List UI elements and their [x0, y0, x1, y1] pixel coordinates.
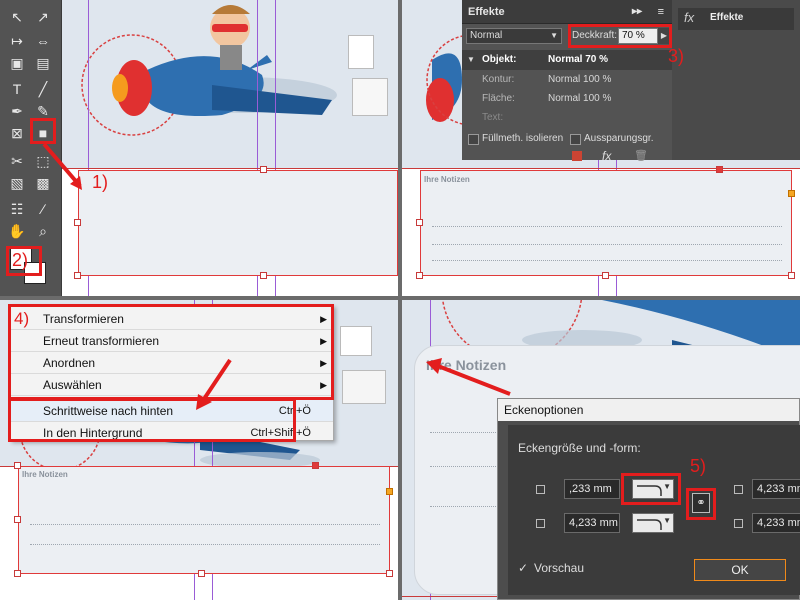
fx-icon[interactable]: fx [602, 149, 611, 163]
zoom-tool-icon[interactable]: ⌕ [32, 220, 54, 242]
effect-row-text[interactable]: Text: [462, 108, 672, 128]
check-icon[interactable]: ✓ [518, 561, 528, 575]
quadrant-divider [0, 296, 800, 300]
corner-size-bottom-right[interactable]: 4,233 mm [752, 513, 800, 533]
selection-handle[interactable] [386, 488, 393, 495]
direct-selection-icon[interactable]: ↗ [32, 6, 54, 28]
selection-handle[interactable] [386, 570, 393, 577]
annotation-arrow [426, 358, 511, 396]
highlight-link-button [686, 488, 716, 520]
quadrant-tools: ↖ ↗ ↦ ⇔ ▣ ▤ T ╱ ✒ ✎ ⊠ ■ ✂ ⬚ ▧ ▩ ☷ ∕ ✋ ⌕ … [0, 0, 398, 296]
type-tool-icon[interactable]: T [6, 78, 28, 100]
selection-frame[interactable] [78, 170, 398, 276]
guide-line [402, 168, 800, 169]
effects-panel: Effekte ▸▸ ≡ Normal ▼ Deckkraft: 70 % ▶ … [462, 0, 672, 163]
highlight-corner-shape [621, 473, 681, 505]
selection-handle[interactable] [788, 272, 795, 279]
selection-frame[interactable] [18, 466, 390, 574]
isolate-checkbox[interactable] [468, 134, 479, 145]
selection-handle[interactable] [602, 272, 609, 279]
rectangle-frame-icon[interactable]: ⊠ [6, 122, 28, 144]
thumbnail-image [352, 78, 388, 116]
selection-handle[interactable] [74, 219, 81, 226]
fx-icon: fx [684, 10, 695, 25]
selection-tool-icon[interactable]: ↖ [6, 6, 28, 28]
selection-handle[interactable] [416, 272, 423, 279]
step-label: 5) [690, 456, 707, 476]
selection-handle[interactable] [74, 272, 81, 279]
corner-section-label: Eckengröße und -form: [518, 441, 641, 455]
selection-handle[interactable] [14, 516, 21, 523]
selection-handle[interactable] [416, 219, 423, 226]
clear-effects-icon[interactable] [572, 151, 582, 161]
quadrant-divider [398, 0, 402, 600]
dialog-body: Eckengröße und -form: ,233 mm ▼ 4,233 mm… [508, 425, 800, 595]
selection-handle[interactable] [14, 462, 21, 469]
blend-mode-select[interactable]: Normal ▼ [466, 28, 562, 44]
gradient-swatch-icon[interactable]: ▧ [6, 172, 28, 194]
annotation-arrow [196, 358, 232, 410]
gap-tool-icon[interactable]: ⇔ [32, 30, 54, 52]
corner-size-top-left[interactable]: ,233 mm [564, 479, 620, 499]
selection-handle[interactable] [198, 570, 205, 577]
selection-handle[interactable] [716, 166, 723, 173]
chevron-down-icon: ▼ [550, 31, 558, 40]
line-tool-icon[interactable]: ╱ [32, 78, 54, 100]
isolate-label: Füllmeth. isolieren [482, 133, 564, 144]
collapse-icon[interactable]: ▸▸ [632, 0, 642, 24]
guide-line [62, 168, 398, 169]
selection-handle[interactable] [14, 570, 21, 577]
selection-frame[interactable] [420, 170, 792, 276]
corner-top-left-icon [536, 485, 545, 494]
selection-handle[interactable] [260, 272, 267, 279]
airplane-illustration [81, 5, 337, 136]
corner-shape-bottom-left[interactable]: ▼ [632, 513, 674, 533]
highlight-submenus [8, 304, 334, 400]
ok-button[interactable]: OK [694, 559, 786, 581]
selection-handle[interactable] [312, 462, 319, 469]
page-tool-icon[interactable]: ↦ [6, 30, 28, 52]
content-placer-icon[interactable]: ▤ [32, 52, 54, 74]
effect-row-stroke[interactable]: Kontur: Normal 100 % [462, 70, 672, 90]
scissors-tool-icon[interactable]: ✂ [6, 150, 28, 172]
highlight-opacity [568, 24, 672, 48]
corner-bottom-right-icon [734, 519, 743, 528]
note-tool-icon[interactable]: ☷ [6, 198, 28, 220]
panel-menu-icon[interactable]: ≡ [658, 0, 664, 24]
thumbnail-image [348, 35, 374, 69]
expand-icon: ▼ [467, 55, 475, 64]
selection-handle[interactable] [260, 166, 267, 173]
step-label: 2) [12, 250, 29, 270]
fx-side-panel: fx Effekte [672, 0, 800, 160]
highlight-arrange-items [8, 398, 296, 442]
effect-row-object[interactable]: ▼ Objekt: Normal 70 % [462, 50, 672, 70]
annotation-arrow [42, 142, 82, 190]
knockout-checkbox[interactable] [570, 134, 581, 145]
preview-label: Vorschau [534, 561, 585, 575]
fx-side-tab[interactable]: fx Effekte [678, 8, 794, 30]
hand-tool-icon[interactable]: ✋ [6, 220, 28, 242]
corner-size-bottom-left[interactable]: 4,233 mm [564, 513, 620, 533]
knockout-label: Aussparungsgr. [584, 133, 654, 144]
effect-row-fill[interactable]: Fläche: Normal 100 % [462, 89, 672, 109]
content-collector-icon[interactable]: ▣ [6, 52, 28, 74]
fx-side-label: Effekte [710, 12, 744, 23]
step-label: 3) [668, 46, 685, 66]
corner-top-right-icon [734, 485, 743, 494]
chevron-down-icon: ▼ [663, 516, 671, 525]
step-label: 4) [14, 309, 30, 328]
thumbnail-image [340, 326, 372, 356]
eyedropper-icon[interactable]: ∕ [32, 198, 54, 220]
pen-tool-icon[interactable]: ✒ [6, 100, 28, 122]
thumbnail-image [342, 370, 386, 404]
dialog-titlebar[interactable]: Eckenoptionen [498, 399, 799, 421]
effects-panel-titlebar[interactable]: Effekte ▸▸ ≡ [462, 0, 672, 24]
corner-bottom-left-icon [536, 519, 545, 528]
selection-handle[interactable] [788, 190, 795, 197]
corner-size-top-right[interactable]: 4,233 mm [752, 479, 800, 499]
trash-icon[interactable]: 🗑 [634, 149, 648, 162]
effects-tab[interactable]: Effekte [468, 6, 505, 18]
